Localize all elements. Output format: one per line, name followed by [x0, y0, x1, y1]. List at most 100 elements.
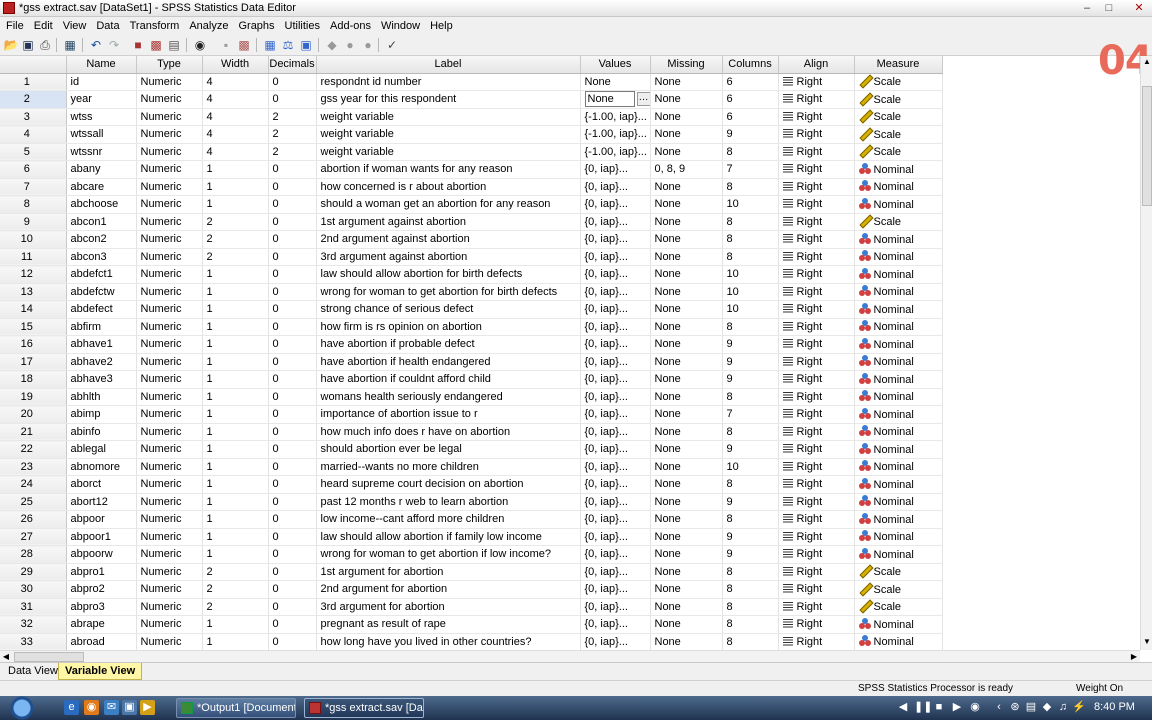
- cell-align[interactable]: Right: [778, 353, 855, 371]
- cell-align[interactable]: Right: [778, 178, 855, 196]
- cell-values[interactable]: {0, iap}...: [580, 598, 651, 616]
- cell-name[interactable]: abfirm: [66, 318, 137, 336]
- cell-type[interactable]: Numeric: [136, 563, 203, 581]
- media-prev-icon[interactable]: ◀: [896, 700, 910, 715]
- header-name[interactable]: Name: [66, 56, 137, 74]
- cell-measure[interactable]: Nominal: [854, 458, 943, 476]
- cell-width[interactable]: 4: [202, 108, 269, 126]
- row-number[interactable]: 12: [0, 265, 67, 284]
- taskbar-data-editor-window[interactable]: *gss extract.sav [DataSet1] - SPSS Stati…: [304, 698, 424, 718]
- menu-help[interactable]: Help: [427, 20, 460, 32]
- print-icon[interactable]: ⎙: [37, 37, 53, 53]
- cell-align[interactable]: Right: [778, 440, 855, 459]
- table-row[interactable]: 7 abcare Numeric 1 0 how concerned is r about…: [0, 178, 943, 196]
- cell-columns[interactable]: 8: [722, 423, 779, 441]
- cell-measure[interactable]: Nominal: [854, 335, 943, 354]
- menu-transform[interactable]: Transform: [127, 20, 187, 32]
- cell-label[interactable]: respondnt id number: [316, 73, 581, 91]
- cell-measure[interactable]: Nominal: [854, 615, 943, 634]
- close-button[interactable]: ✕: [1130, 1, 1148, 15]
- cell-missing[interactable]: None: [650, 318, 723, 336]
- weight-cases-icon[interactable]: ⚖: [280, 37, 296, 53]
- mail-icon[interactable]: ✉: [104, 700, 119, 715]
- cell-columns[interactable]: 8: [722, 580, 779, 599]
- cell-missing[interactable]: None: [650, 195, 723, 214]
- cell-measure[interactable]: Nominal: [854, 283, 943, 301]
- cell-measure[interactable]: Scale: [854, 73, 943, 91]
- cell-values[interactable]: {0, iap}...: [580, 283, 651, 301]
- table-row[interactable]: 18 abhave3 Numeric 1 0 have abortion if could…: [0, 370, 943, 389]
- cell-name[interactable]: abpro1: [66, 563, 137, 581]
- cell-type[interactable]: Numeric: [136, 423, 203, 441]
- bluetooth-icon[interactable]: ⊛: [1008, 700, 1022, 715]
- cell-columns[interactable]: 9: [722, 125, 779, 144]
- cell-columns[interactable]: 7: [722, 405, 779, 424]
- cell-values[interactable]: {0, iap}...: [580, 230, 651, 249]
- cell-missing[interactable]: None: [650, 458, 723, 476]
- row-number[interactable]: 24: [0, 475, 67, 494]
- cell-decimals[interactable]: 0: [268, 633, 317, 650]
- cell-values[interactable]: {0, iap}...: [580, 318, 651, 336]
- table-row[interactable]: 11 abcon3 Numeric 2 0 3rd argument against ab…: [0, 248, 943, 266]
- cell-width[interactable]: 1: [202, 300, 269, 319]
- cell-align[interactable]: Right: [778, 143, 855, 161]
- cell-width[interactable]: 1: [202, 423, 269, 441]
- header-columns[interactable]: Columns: [722, 56, 779, 74]
- taskbar-output-window[interactable]: *Output1 [Document1] - SPSS Statistics V…: [176, 698, 296, 718]
- menu-window[interactable]: Window: [378, 20, 427, 32]
- cell-values[interactable]: {0, iap}...: [580, 405, 651, 424]
- corner-header[interactable]: [0, 56, 67, 74]
- cell-name[interactable]: abpro2: [66, 580, 137, 599]
- cell-missing[interactable]: None: [650, 108, 723, 126]
- menu-add-ons[interactable]: Add-ons: [327, 20, 378, 32]
- cell-decimals[interactable]: 0: [268, 213, 317, 231]
- variables-icon[interactable]: ▤: [166, 37, 182, 53]
- cell-missing[interactable]: None: [650, 283, 723, 301]
- cell-align[interactable]: Right: [778, 300, 855, 319]
- cell-measure[interactable]: Nominal: [854, 265, 943, 284]
- cell-values[interactable]: {0, iap}...: [580, 388, 651, 406]
- row-number[interactable]: 33: [0, 633, 67, 650]
- cell-decimals[interactable]: 0: [268, 73, 317, 91]
- cell-decimals[interactable]: 0: [268, 318, 317, 336]
- cell-values[interactable]: {0, iap}...: [580, 580, 651, 599]
- cell-label[interactable]: should a woman get an abortion for any r…: [316, 195, 581, 214]
- cell-missing[interactable]: None: [650, 563, 723, 581]
- volume-icon[interactable]: ♫: [1056, 700, 1070, 715]
- cell-width[interactable]: 1: [202, 510, 269, 529]
- cell-missing[interactable]: None: [650, 510, 723, 529]
- dialog-recall-icon[interactable]: ▦: [62, 37, 78, 53]
- cell-values[interactable]: {0, iap}...: [580, 563, 651, 581]
- cell-label[interactable]: 1st argument for abortion: [316, 563, 581, 581]
- cell-type[interactable]: Numeric: [136, 493, 203, 511]
- row-number[interactable]: 7: [0, 178, 67, 196]
- cell-decimals[interactable]: 0: [268, 458, 317, 476]
- cell-columns[interactable]: 7: [722, 160, 779, 179]
- cell-label[interactable]: weight variable: [316, 125, 581, 144]
- cell-type[interactable]: Numeric: [136, 125, 203, 144]
- row-number[interactable]: 10: [0, 230, 67, 249]
- select-cases-icon[interactable]: ▣: [298, 37, 314, 53]
- cell-label[interactable]: low income--cant afford more children: [316, 510, 581, 529]
- cell-type[interactable]: Numeric: [136, 370, 203, 389]
- cell-type[interactable]: Numeric: [136, 73, 203, 91]
- cell-columns[interactable]: 10: [722, 265, 779, 284]
- cell-type[interactable]: Numeric: [136, 213, 203, 231]
- cell-columns[interactable]: 9: [722, 528, 779, 546]
- cell-measure[interactable]: Nominal: [854, 633, 943, 650]
- cell-align[interactable]: Right: [778, 318, 855, 336]
- cell-name[interactable]: abimp: [66, 405, 137, 424]
- cell-columns[interactable]: 10: [722, 195, 779, 214]
- cell-missing[interactable]: None: [650, 545, 723, 564]
- cell-name[interactable]: wtss: [66, 108, 137, 126]
- header-measure[interactable]: Measure: [854, 56, 943, 74]
- cell-name[interactable]: abpoor1: [66, 528, 137, 546]
- row-number[interactable]: 20: [0, 405, 67, 424]
- cell-type[interactable]: Numeric: [136, 353, 203, 371]
- table-row[interactable]: 25 abort12 Numeric 1 0 past 12 months r web t…: [0, 493, 943, 511]
- cell-values[interactable]: {-1.00, iap}...: [580, 108, 651, 126]
- spell-check-icon[interactable]: ✓: [384, 37, 400, 53]
- cell-label[interactable]: how much info does r have on abortion: [316, 423, 581, 441]
- cell-name[interactable]: abinfo: [66, 423, 137, 441]
- table-row[interactable]: 15 abfirm Numeric 1 0 how firm is rs opinion …: [0, 318, 943, 336]
